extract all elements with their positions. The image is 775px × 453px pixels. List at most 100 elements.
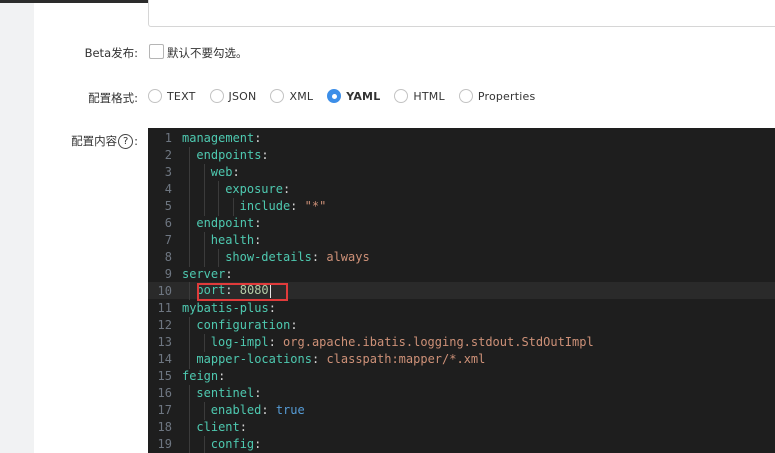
code-text: server: — [182, 267, 233, 281]
code-line[interactable]: 12 configuration: — [148, 316, 775, 335]
yaml-key: health — [210, 232, 255, 247]
line-number: 6 — [164, 215, 172, 230]
code-text: client: — [182, 418, 247, 437]
yaml-key: config — [210, 436, 255, 451]
content-label-text: 配置内容 — [71, 134, 118, 148]
code-line[interactable]: 11 mybatis-plus: — [148, 299, 775, 316]
line-number: 16 — [157, 385, 172, 400]
indent-guide — [189, 180, 191, 199]
content-label-colon: : — [134, 134, 138, 148]
code-line[interactable]: 19 config: — [148, 435, 775, 453]
indent-guide — [218, 197, 220, 216]
code-line[interactable]: 15 feign: — [148, 367, 775, 384]
code-text: configuration: — [182, 316, 298, 335]
line-number: 12 — [157, 317, 172, 332]
code-line[interactable]: 14 mapper-locations: classpath:mapper/*.x… — [148, 350, 775, 369]
beta-checkbox[interactable] — [149, 44, 164, 59]
yaml-separator: : — [268, 300, 276, 315]
code-text: log-impl: org.apache.ibatis.logging.stdo… — [182, 333, 594, 352]
line-number: 5 — [164, 198, 172, 213]
indent-guide — [203, 333, 205, 352]
format-option-html[interactable]: HTML — [394, 89, 445, 103]
indent-guide — [189, 401, 191, 420]
yaml-separator: : — [261, 402, 276, 417]
radio-icon[interactable] — [394, 89, 409, 103]
yaml-value: "*" — [304, 198, 327, 213]
code-line[interactable]: 8 show-details: always — [148, 248, 775, 267]
line-number: 7 — [164, 232, 172, 247]
yaml-key: exposure — [225, 181, 283, 196]
format-option-xml[interactable]: XML — [270, 89, 313, 103]
radio-icon[interactable] — [148, 89, 162, 103]
code-text: feign: — [182, 369, 225, 383]
code-line[interactable]: 1 management: — [148, 129, 775, 146]
yaml-separator: : — [225, 266, 233, 281]
code-text: endpoints: — [182, 146, 269, 165]
yaml-value: classpath:mapper/*.xml — [326, 351, 486, 366]
yaml-separator: : — [254, 130, 262, 145]
indent-guide — [189, 316, 191, 335]
line-number: 9 — [164, 266, 172, 281]
yaml-separator: : — [254, 215, 262, 230]
code-text: config: — [182, 435, 262, 453]
code-text: exposure: — [182, 180, 290, 199]
code-text: include: "*" — [182, 197, 327, 216]
indent-guide — [189, 435, 191, 453]
yaml-separator: : — [254, 385, 262, 400]
radio-icon[interactable] — [458, 89, 473, 103]
line-number: 3 — [164, 164, 172, 179]
code-line[interactable]: 18 client: — [148, 418, 775, 437]
code-text: endpoint: — [182, 214, 262, 233]
code-line[interactable]: 9 server: — [148, 265, 775, 282]
code-line[interactable]: 3 web: — [148, 163, 775, 182]
yaml-separator: : — [232, 164, 240, 179]
format-label: 配置格式: — [88, 91, 138, 105]
yaml-key: feign — [182, 368, 219, 383]
format-option-json[interactable]: JSON — [209, 89, 257, 103]
code-line[interactable]: 16 sentinel: — [148, 384, 775, 403]
radio-checked-icon[interactable] — [327, 89, 342, 103]
yaml-value: always — [326, 249, 370, 264]
yaml-separator: : — [254, 232, 262, 247]
line-number: 11 — [157, 300, 172, 315]
yaml-separator: : — [218, 368, 226, 383]
code-line[interactable]: 17 enabled: true — [148, 401, 775, 420]
indent-guide — [203, 435, 205, 453]
line-number: 15 — [157, 368, 172, 383]
line-number: 4 — [164, 181, 172, 196]
yaml-key: log-impl — [210, 334, 269, 349]
format-option-label: HTML — [413, 89, 445, 103]
description-textarea[interactable] — [148, 0, 775, 27]
radio-icon[interactable] — [270, 89, 285, 103]
format-option-label: XML — [289, 89, 314, 103]
format-option-yaml[interactable]: YAML — [327, 89, 380, 103]
help-icon[interactable]: ? — [118, 133, 134, 149]
yaml-separator: : — [268, 334, 284, 349]
yaml-key: web — [210, 164, 233, 179]
code-line[interactable]: 5 include: "*" — [148, 197, 775, 216]
yaml-separator: : — [254, 436, 262, 451]
yaml-key: client — [196, 419, 240, 434]
format-option-properties[interactable]: Properties — [458, 89, 536, 103]
line-number: 19 — [157, 436, 172, 451]
code-line[interactable]: 7 health: — [148, 231, 775, 250]
yaml-key: enabled — [210, 402, 262, 417]
code-line[interactable]: 6 endpoint: — [148, 214, 775, 233]
code-text: mybatis-plus: — [182, 301, 276, 315]
beta-label: Beta发布: — [84, 46, 138, 60]
indent-guide — [203, 197, 205, 216]
yaml-separator: : — [290, 317, 298, 332]
code-line[interactable]: 2 endpoints: — [148, 146, 775, 165]
indent-guide — [189, 384, 191, 403]
yaml-key: endpoint — [196, 215, 255, 230]
code-text: mapper-locations: classpath:mapper/*.xml — [182, 350, 486, 369]
indent-guide — [232, 197, 234, 216]
indent-guide — [218, 248, 220, 267]
indent-guide — [189, 231, 191, 250]
format-option-label: TEXT — [167, 89, 196, 103]
code-line[interactable]: 13 log-impl: org.apache.ibatis.logging.st… — [148, 333, 775, 352]
radio-icon[interactable] — [209, 89, 224, 103]
format-option-text[interactable]: TEXT — [148, 89, 196, 103]
code-line[interactable]: 4 exposure: — [148, 180, 775, 199]
yaml-separator: : — [311, 249, 327, 264]
